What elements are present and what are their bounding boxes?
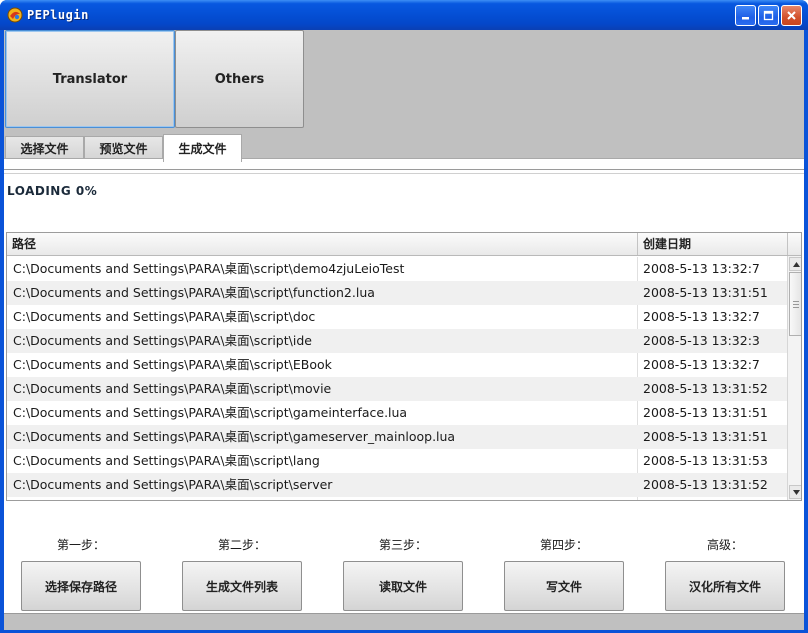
path-cell: C:\Documents and Settings\PARA\桌面\script… xyxy=(13,261,405,276)
tab-preview-file[interactable]: 预览文件 xyxy=(84,136,163,160)
app-icon xyxy=(7,7,23,23)
loading-status: LOADING 0% xyxy=(7,184,98,198)
others-button[interactable]: Others xyxy=(175,30,304,128)
tab-generate-file-label: 生成文件 xyxy=(178,142,227,156)
maximize-icon xyxy=(763,10,774,21)
table-row[interactable]: C:\Documents and Settings\PARA\桌面\script… xyxy=(7,473,787,497)
generate-file-list-button-label: 生成文件列表 xyxy=(205,579,278,594)
table-row[interactable]: C:\Documents and Settings\PARA\桌面\script… xyxy=(7,377,787,401)
scroll-thumb[interactable] xyxy=(789,272,801,336)
tab-select-file[interactable]: 选择文件 xyxy=(5,136,84,160)
app-window: PEPlugin Translator Others 选择文件 预览文件 生成文… xyxy=(0,0,808,633)
write-file-button-label: 写文件 xyxy=(545,579,582,594)
date-cell: 2008-5-13 13:32:3 xyxy=(643,333,760,348)
date-cell: 2008-5-13 13:31:52 xyxy=(643,381,768,396)
select-save-path-button[interactable]: 选择保存路径 xyxy=(21,561,141,611)
date-cell: 2008-5-13 13:31:51 xyxy=(643,429,768,444)
path-cell: C:\Documents and Settings\PARA\桌面\script… xyxy=(13,333,312,348)
status-bar xyxy=(4,613,804,630)
advanced-label: 高级： xyxy=(706,538,743,552)
table-row[interactable]: C:\Documents and Settings\PARA\桌面\script… xyxy=(7,305,787,329)
date-cell: 2008-5-13 13:31:52 xyxy=(643,477,768,492)
date-cell: 2008-5-13 13:32:7 xyxy=(643,309,760,324)
date-cell: 2008-5-13 13:31:51 xyxy=(643,285,768,300)
date-cell: 2008-5-13 13:31:53 xyxy=(643,453,768,468)
file-table: 路径 创建日期 C:\Documents and Settings\PARA\桌… xyxy=(6,232,802,501)
step-1-label: 第一步： xyxy=(56,538,105,552)
table-body: C:\Documents and Settings\PARA\桌面\script… xyxy=(7,257,787,497)
path-cell: C:\Documents and Settings\PARA\桌面\script… xyxy=(13,477,333,492)
scroll-up-button[interactable] xyxy=(789,257,801,271)
generate-file-list-button[interactable]: 生成文件列表 xyxy=(182,561,302,611)
table-row[interactable]: C:\Documents and Settings\PARA\桌面\script… xyxy=(7,425,787,449)
step-2-label: 第二步： xyxy=(217,538,266,552)
tab-generate-file[interactable]: 生成文件 xyxy=(163,134,242,162)
minimize-button[interactable] xyxy=(735,5,756,26)
table-header: 路径 创建日期 xyxy=(7,233,801,256)
close-icon xyxy=(787,11,796,20)
path-cell: C:\Documents and Settings\PARA\桌面\script… xyxy=(13,429,456,444)
close-button[interactable] xyxy=(781,5,802,26)
title-bar[interactable]: PEPlugin xyxy=(0,0,808,30)
client-area: Translator Others 选择文件 预览文件 生成文件 LOADING… xyxy=(4,30,804,630)
date-cell: 2008-5-13 13:32:7 xyxy=(643,261,760,276)
date-cell: 2008-5-13 13:31:51 xyxy=(643,405,768,420)
localize-all-files-button[interactable]: 汉化所有文件 xyxy=(665,561,785,611)
path-cell: C:\Documents and Settings\PARA\桌面\script… xyxy=(13,309,316,324)
translator-button-label: Translator xyxy=(52,71,128,87)
scroll-down-button[interactable] xyxy=(789,485,801,499)
path-cell: C:\Documents and Settings\PARA\桌面\script… xyxy=(13,357,332,372)
select-save-path-button-label: 选择保存路径 xyxy=(44,579,117,594)
others-button-label: Others xyxy=(214,71,265,87)
maximize-button[interactable] xyxy=(758,5,779,26)
table-row[interactable]: C:\Documents and Settings\PARA\桌面\script… xyxy=(7,329,787,353)
panel-divider xyxy=(4,169,804,174)
minimize-icon xyxy=(742,17,749,20)
step-4-label: 第四步： xyxy=(539,538,588,552)
window-title: PEPlugin xyxy=(27,8,89,22)
vertical-scrollbar[interactable] xyxy=(787,256,801,500)
write-file-button[interactable]: 写文件 xyxy=(504,561,624,611)
column-header-date[interactable]: 创建日期 xyxy=(638,233,788,255)
generate-file-panel: LOADING 0% 路径 创建日期 C:\Documents and Sett… xyxy=(4,158,804,613)
path-cell: C:\Documents and Settings\PARA\桌面\script… xyxy=(13,453,320,468)
grip-icon xyxy=(793,300,799,308)
table-row[interactable]: C:\Documents and Settings\PARA\桌面\script… xyxy=(7,449,787,473)
scroll-down-icon xyxy=(792,489,800,495)
date-cell: 2008-5-13 13:32:7 xyxy=(643,357,760,372)
tab-select-file-label: 选择文件 xyxy=(20,142,69,156)
read-file-button[interactable]: 读取文件 xyxy=(343,561,463,611)
table-row[interactable]: C:\Documents and Settings\PARA\桌面\script… xyxy=(7,401,787,425)
path-cell: C:\Documents and Settings\PARA\桌面\script… xyxy=(13,285,375,300)
localize-all-files-button-label: 汉化所有文件 xyxy=(688,579,761,594)
table-row[interactable]: C:\Documents and Settings\PARA\桌面\script… xyxy=(7,353,787,377)
tab-preview-file-label: 预览文件 xyxy=(99,142,148,156)
path-cell: C:\Documents and Settings\PARA\桌面\script… xyxy=(13,381,332,396)
table-row[interactable]: C:\Documents and Settings\PARA\桌面\script… xyxy=(7,257,787,281)
read-file-button-label: 读取文件 xyxy=(378,579,427,594)
scroll-up-icon xyxy=(792,261,800,267)
column-header-path[interactable]: 路径 xyxy=(7,233,638,255)
path-cell: C:\Documents and Settings\PARA\桌面\script… xyxy=(13,405,408,420)
translator-button[interactable]: Translator xyxy=(5,30,175,128)
table-row[interactable]: C:\Documents and Settings\PARA\桌面\script… xyxy=(7,281,787,305)
step-3-label: 第三步： xyxy=(378,538,427,552)
